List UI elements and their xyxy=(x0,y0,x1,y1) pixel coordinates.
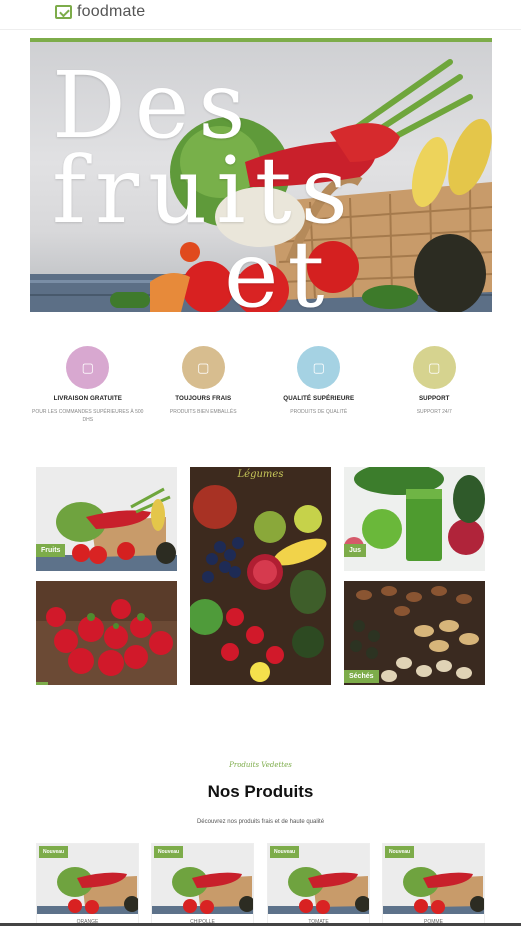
feature-title: TOUJOURS FRAIS xyxy=(175,395,232,402)
feature-title: QUALITÉ SUPÉRIEURE xyxy=(283,395,355,402)
feature-desc: PRODUITS BIEN EMBALLÉS xyxy=(169,409,237,415)
feature-support: ▢ SUPPORT SUPPORT 24/7 xyxy=(377,346,493,424)
product-card[interactable]: Nouveau CHIPOLLE xyxy=(151,843,254,926)
truck-icon: ▢ xyxy=(66,346,110,389)
site-header: foodmate xyxy=(0,0,521,30)
features-row: ▢ LIVRAISON GRATUITE POUR LES COMMANDES … xyxy=(30,346,492,424)
feature-desc: POUR LES COMMANDES SUPÉRIEURES À 500 DHS xyxy=(32,409,144,423)
legumes-label: Légumes xyxy=(237,469,284,480)
hero-title: Des fruits et xyxy=(52,60,492,312)
feature-quality: ▢ QUALITÉ SUPÉRIEURE PRODUITS DE QUALITÉ xyxy=(261,346,377,424)
products-kicker: Produits Vedettes xyxy=(229,761,292,769)
new-badge: Nouveau xyxy=(39,846,69,858)
category-label: Jus xyxy=(344,544,367,557)
category-label-empty xyxy=(36,682,48,685)
new-badge: Nouveau xyxy=(154,846,184,858)
leaf-icon: ▢ xyxy=(181,346,225,389)
feature-desc: PRODUITS DE QUALITÉ xyxy=(290,409,348,415)
logo-icon xyxy=(55,5,72,19)
feature-desc: SUPPORT 24/7 xyxy=(416,409,452,415)
product-card[interactable]: Nouveau ORANGE xyxy=(36,843,139,926)
category-jus[interactable]: Jus xyxy=(344,467,485,571)
feature-title: LIVRAISON GRATUITE xyxy=(53,395,122,402)
category-legumes[interactable]: Légumes xyxy=(190,467,331,685)
hero-title-line2: et xyxy=(224,221,334,312)
category-fruits[interactable]: Fruits xyxy=(36,467,177,571)
products-title: Nos Produits xyxy=(207,782,314,801)
products-section-header: Produits Vedettes Nos Produits Découvrez… xyxy=(0,761,521,825)
category-seches[interactable]: Séchés xyxy=(344,581,485,685)
category-strawberries[interactable] xyxy=(36,581,177,685)
hero-title-line1: Des fruits xyxy=(52,52,357,244)
product-card[interactable]: Nouveau POMME xyxy=(382,843,485,926)
award-icon: ▢ xyxy=(297,346,341,389)
feature-title: SUPPORT xyxy=(418,395,450,402)
new-badge: Nouveau xyxy=(385,846,415,858)
logo[interactable]: foodmate xyxy=(55,3,145,21)
legumes-image xyxy=(190,467,331,685)
strawberries-image xyxy=(36,581,177,685)
feature-free-delivery: ▢ LIVRAISON GRATUITE POUR LES COMMANDES … xyxy=(30,346,146,424)
product-card[interactable]: Nouveau TOMATE xyxy=(267,843,370,926)
new-badge: Nouveau xyxy=(270,846,300,858)
headset-icon: ▢ xyxy=(412,346,456,389)
products-subtitle: Découvrez nos produits frais et de haute… xyxy=(196,819,325,825)
feature-always-fresh: ▢ TOUJOURS FRAIS PRODUITS BIEN EMBALLÉS xyxy=(146,346,262,424)
category-label: Séchés xyxy=(344,670,379,683)
hero-banner: Des fruits et xyxy=(30,38,492,312)
category-label: Fruits xyxy=(36,544,66,557)
logo-text: foodmate xyxy=(77,3,146,20)
